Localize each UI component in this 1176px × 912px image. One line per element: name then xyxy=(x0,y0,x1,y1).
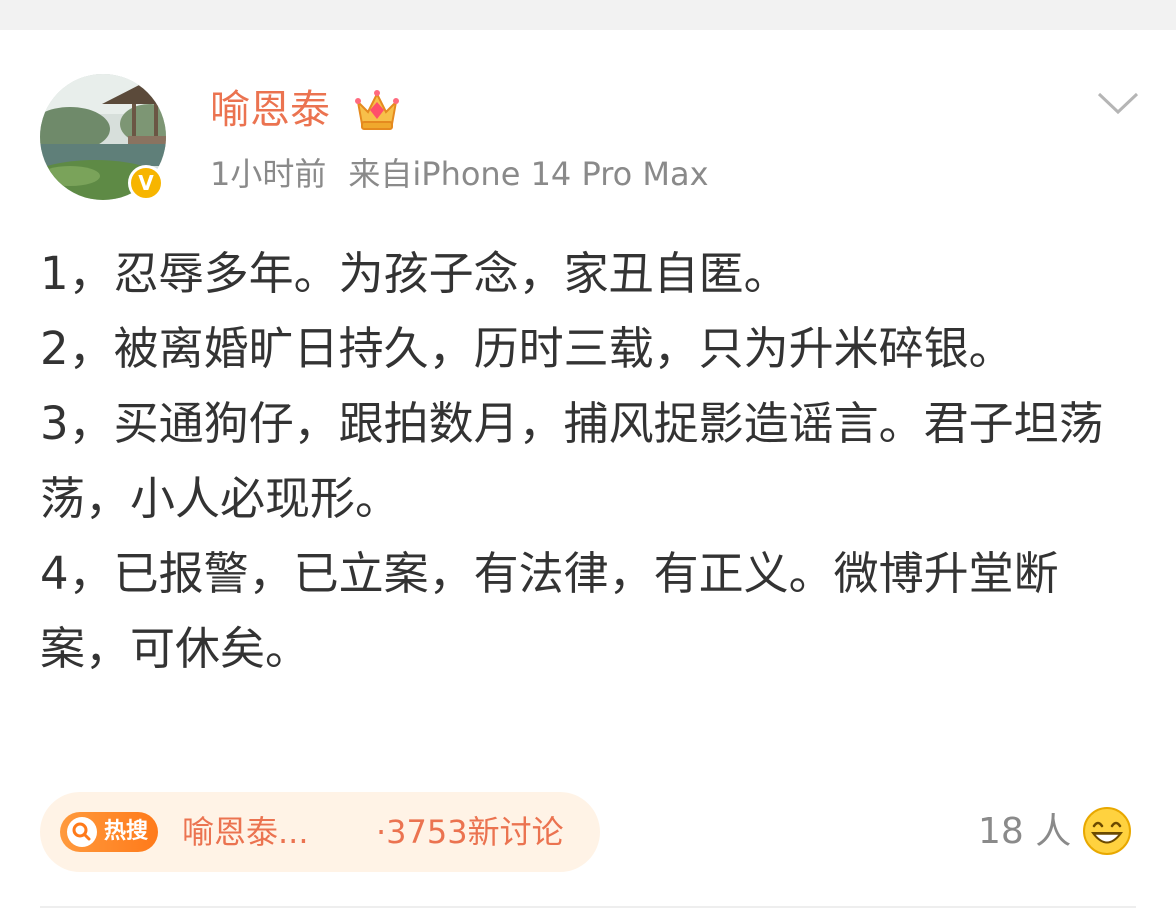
hot-topic-discussion-count: ·3753新讨论 xyxy=(376,813,564,851)
post-body: 1，忍辱多年。为孩子念，家丑自匿。 2，被离婚旷日持久，历时三载，只为升米碎银。… xyxy=(40,236,1136,686)
chevron-down-icon[interactable] xyxy=(1096,90,1140,116)
like-count: 18 人 xyxy=(978,811,1072,852)
username[interactable]: 喻恩泰 xyxy=(210,84,330,136)
search-icon xyxy=(67,817,97,847)
hot-search-label: 热搜 xyxy=(104,819,149,844)
divider xyxy=(40,906,1136,908)
hot-search-badge: 热搜 xyxy=(60,812,159,852)
post-source: 来自iPhone 14 Pro Max xyxy=(348,155,709,193)
hot-topic-name: 喻恩泰... xyxy=(182,813,309,851)
post-paragraph: 3，买通狗仔，跟拍数月，捕风捉影造谣言。君子坦荡荡，小人必现形。 xyxy=(40,397,1104,525)
post-paragraph: 4，已报警，已立案，有法律，有正义。微博升堂断案，可休矣。 xyxy=(40,547,1059,675)
post-paragraph: 2，被离婚旷日持久，历时三载，只为升米碎银。 xyxy=(40,322,1014,375)
grin-emoji-icon[interactable] xyxy=(1082,806,1132,856)
verified-badge: V xyxy=(128,165,164,201)
post-paragraph: 1，忍辱多年。为孩子念，家丑自匿。 xyxy=(40,247,789,300)
top-strip xyxy=(0,0,1176,30)
post-time: 1小时前 xyxy=(210,155,327,193)
post-meta: 1小时前 来自iPhone 14 Pro Max xyxy=(210,154,709,194)
crown-icon xyxy=(355,90,399,130)
hot-topic-bar[interactable]: 热搜 喻恩泰... ·3753新讨论 xyxy=(40,792,600,872)
